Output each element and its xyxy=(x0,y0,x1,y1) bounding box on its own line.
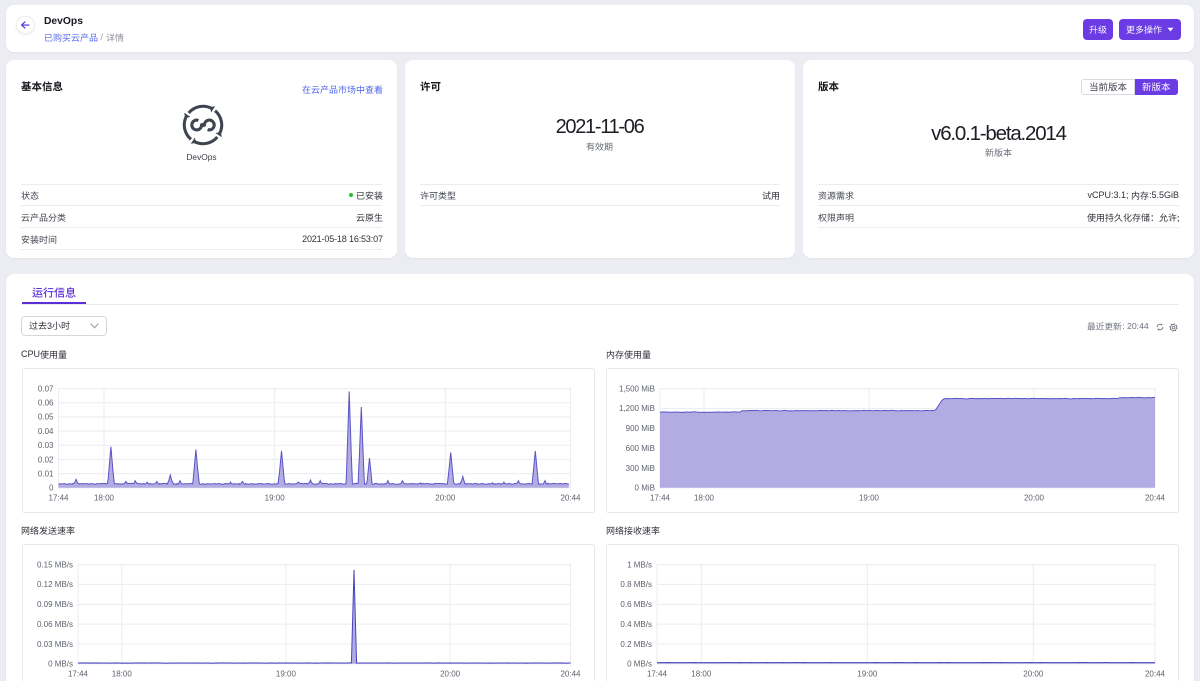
svg-text:19:00: 19:00 xyxy=(857,669,878,678)
svg-text:20:44: 20:44 xyxy=(1145,494,1166,503)
svg-text:18:00: 18:00 xyxy=(93,494,114,503)
svg-text:900 MiB: 900 MiB xyxy=(626,424,655,433)
svg-text:0.2 MB/s: 0.2 MB/s xyxy=(620,639,652,648)
svg-text:20:00: 20:00 xyxy=(1023,669,1044,678)
svg-text:0.03 MB/s: 0.03 MB/s xyxy=(36,639,72,648)
svg-text:19:00: 19:00 xyxy=(275,669,296,678)
svg-text:18:00: 18:00 xyxy=(694,494,715,503)
svg-text:20:00: 20:00 xyxy=(435,494,456,503)
svg-text:0.8 MB/s: 0.8 MB/s xyxy=(620,580,652,589)
svg-text:0.06 MB/s: 0.06 MB/s xyxy=(36,619,72,628)
svg-text:300 MiB: 300 MiB xyxy=(626,464,655,473)
svg-text:600 MiB: 600 MiB xyxy=(626,444,655,453)
svg-text:0.09 MB/s: 0.09 MB/s xyxy=(36,600,72,609)
svg-text:0: 0 xyxy=(49,484,54,493)
svg-text:20:44: 20:44 xyxy=(560,669,581,678)
svg-text:0.05: 0.05 xyxy=(37,413,53,422)
svg-text:20:44: 20:44 xyxy=(560,494,581,503)
svg-text:19:00: 19:00 xyxy=(859,494,880,503)
svg-text:0 MB/s: 0 MB/s xyxy=(48,659,73,668)
svg-text:0.06: 0.06 xyxy=(37,399,53,408)
svg-text:19:00: 19:00 xyxy=(264,494,285,503)
svg-text:20:44: 20:44 xyxy=(1145,669,1166,678)
svg-text:0.15 MB/s: 0.15 MB/s xyxy=(36,560,72,569)
svg-text:18:00: 18:00 xyxy=(691,669,712,678)
svg-text:17:44: 17:44 xyxy=(650,494,671,503)
svg-text:0.01: 0.01 xyxy=(37,470,53,479)
svg-text:1 MB/s: 1 MB/s xyxy=(627,560,652,569)
svg-text:0.03: 0.03 xyxy=(37,441,53,450)
svg-text:1,200 MiB: 1,200 MiB xyxy=(619,405,655,414)
svg-text:0.6 MB/s: 0.6 MB/s xyxy=(620,600,652,609)
svg-text:1,500 MiB: 1,500 MiB xyxy=(619,385,655,394)
svg-text:20:00: 20:00 xyxy=(1024,494,1045,503)
svg-text:0 MB/s: 0 MB/s xyxy=(627,659,652,668)
svg-text:18:00: 18:00 xyxy=(111,669,132,678)
svg-text:0.02: 0.02 xyxy=(37,456,53,465)
svg-text:0.12 MB/s: 0.12 MB/s xyxy=(36,580,72,589)
svg-text:17:44: 17:44 xyxy=(48,494,69,503)
svg-text:0.07: 0.07 xyxy=(37,385,53,394)
svg-text:20:00: 20:00 xyxy=(440,669,461,678)
svg-text:17:44: 17:44 xyxy=(67,669,88,678)
svg-text:0 MiB: 0 MiB xyxy=(635,484,655,493)
svg-text:17:44: 17:44 xyxy=(647,669,668,678)
svg-text:0.04: 0.04 xyxy=(37,427,53,436)
svg-text:0.4 MB/s: 0.4 MB/s xyxy=(620,619,652,628)
